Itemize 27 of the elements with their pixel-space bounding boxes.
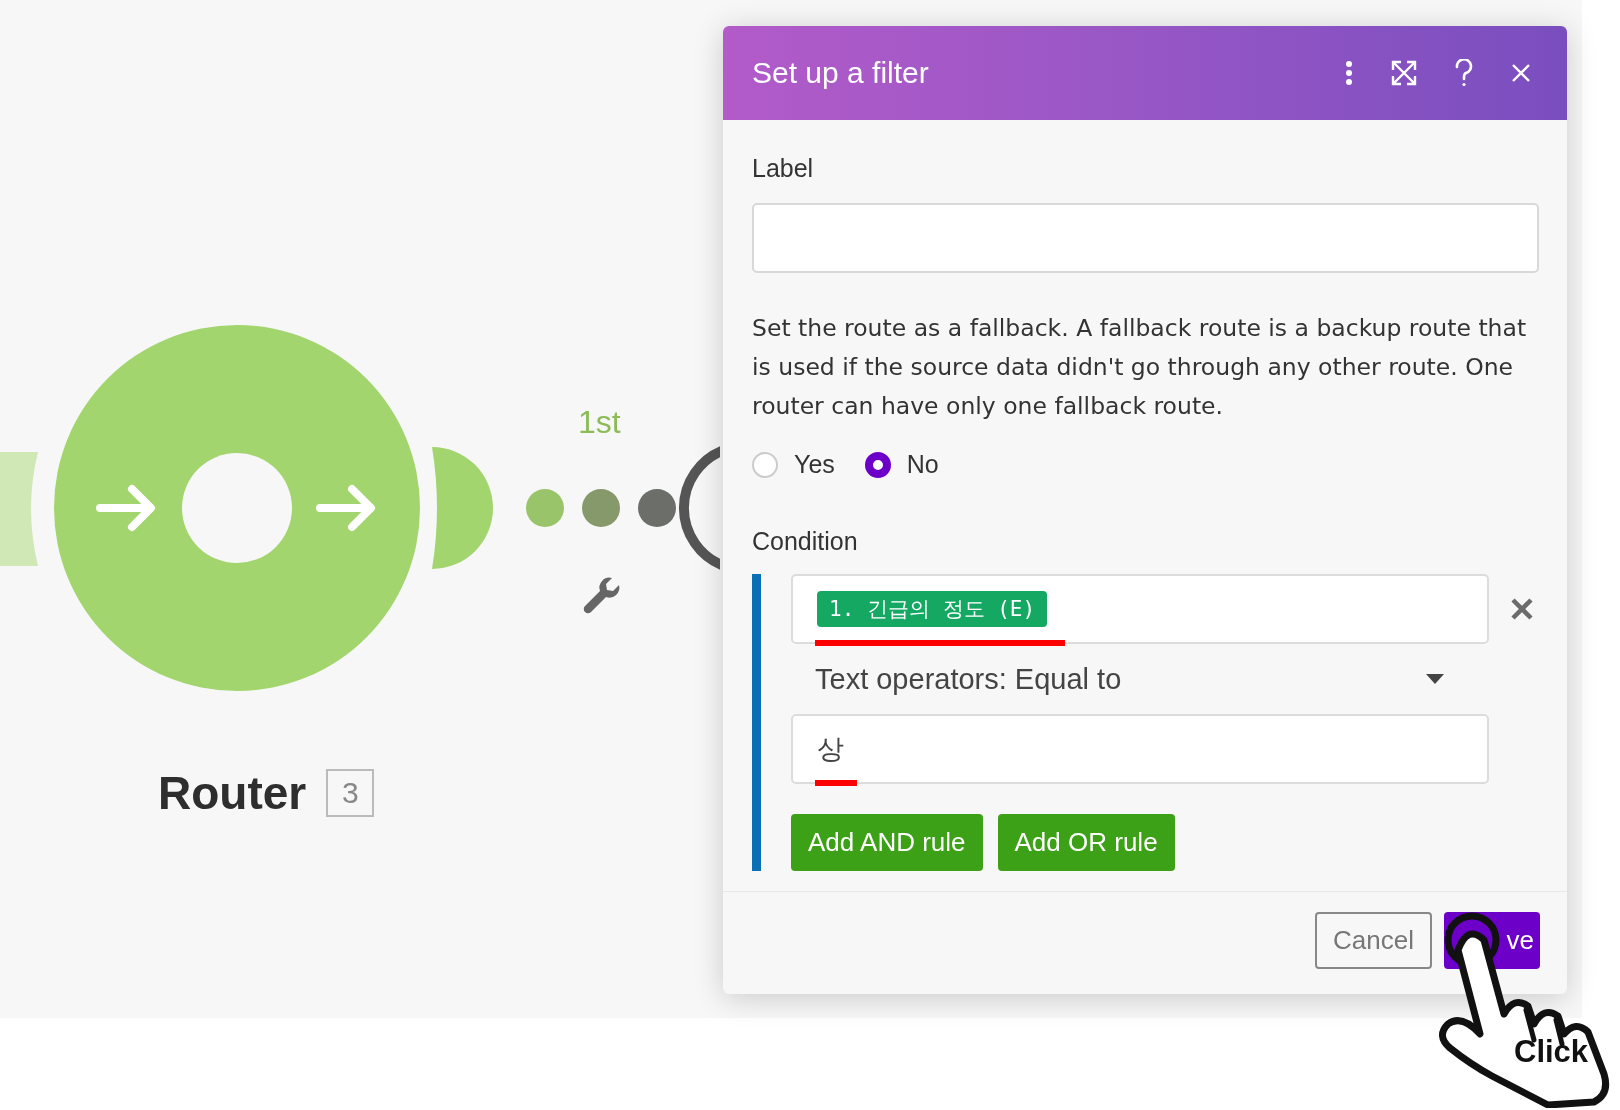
field-label: Label [752,154,815,183]
value-field[interactable]: 상 [791,714,1489,784]
underline-mark [815,780,857,786]
module-number: 3 [326,769,375,817]
expand-icon[interactable] [1391,60,1417,86]
router-node[interactable] [54,325,420,691]
route-dot [638,489,676,527]
route-label: 1st [578,404,621,441]
route-dot [582,489,620,527]
wrench-icon[interactable] [583,577,620,614]
field-label: Condition [752,527,859,556]
cancel-button[interactable]: Cancel [1315,911,1432,969]
delete-icon[interactable] [1511,598,1533,620]
radio-option[interactable]: Yes [752,450,835,479]
module-name: Router [158,766,307,820]
caret-icon [1425,673,1445,685]
click-caption: Click [1514,1034,1589,1070]
fallback-description: Set the route as a fallback. A fallback route is a backup route that is used if the source data didn't go through any other route. One router can have only one fallback route. [752,313,1528,422]
route-dot [526,489,564,527]
close-icon[interactable] [1511,63,1531,83]
dialog-title: Set up a filter [752,56,929,90]
module-node[interactable] [679,445,720,571]
help-icon[interactable] [1455,59,1473,87]
label-input[interactable] [752,203,1539,273]
radio-option[interactable]: No [864,450,939,479]
operator-dropdown[interactable]: Text operators: Equal to [791,644,1489,714]
more-icon[interactable] [1345,60,1353,86]
